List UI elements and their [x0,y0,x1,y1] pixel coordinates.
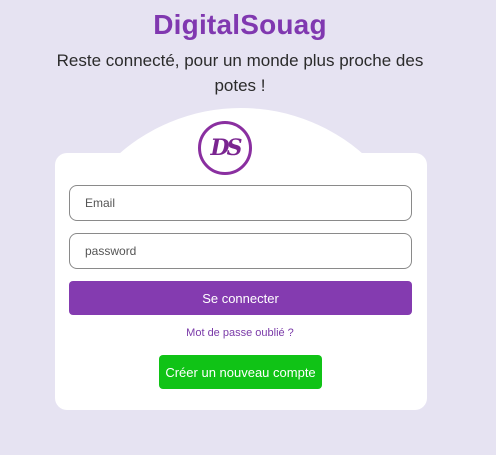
tagline: Reste connecté, pour un monde plus proch… [56,51,424,95]
logo-monogram: DS [210,135,243,161]
create-account-button[interactable]: Créer un nouveau compte [159,355,322,389]
login-page: DigitalSouag Reste connecté, pour un mon… [0,0,496,455]
ds-logo: DS [198,121,252,175]
brand-title: DigitalSouag [153,9,327,40]
forgot-password-link[interactable]: Mot de passe oublié ? [0,327,480,339]
login-button[interactable]: Se connecter [69,281,412,315]
password-input[interactable] [69,233,412,269]
email-input[interactable] [69,185,412,221]
